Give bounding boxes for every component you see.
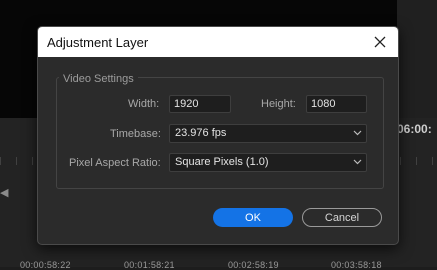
cancel-button[interactable]: Cancel bbox=[302, 208, 382, 227]
ok-button[interactable]: OK bbox=[213, 208, 293, 227]
panel-strip bbox=[397, 0, 437, 118]
height-field[interactable] bbox=[306, 95, 367, 113]
pixel-aspect-select[interactable]: Square Pixels (1.0) bbox=[169, 153, 367, 172]
close-button[interactable] bbox=[369, 31, 391, 53]
pixel-aspect-value: Square Pixels (1.0) bbox=[175, 156, 269, 168]
timebase-label: Timebase: bbox=[110, 128, 161, 140]
height-label: Height: bbox=[261, 98, 296, 110]
chevron-down-icon bbox=[353, 159, 362, 165]
video-settings-title: Video Settings bbox=[59, 73, 138, 85]
timeline-tools: ◀ bbox=[0, 186, 8, 199]
timecode-label: 00:03:58:18 bbox=[331, 260, 382, 270]
timecode-label: 00:02:58:19 bbox=[228, 260, 279, 270]
playhead-timecode: 06:00: bbox=[397, 122, 432, 136]
ok-button-label: OK bbox=[245, 211, 261, 224]
pixel-aspect-label: Pixel Aspect Ratio: bbox=[69, 157, 161, 169]
timecode-label: 00:01:58:21 bbox=[124, 260, 175, 270]
timebase-value: 23.976 fps bbox=[175, 127, 227, 139]
arrow-left-icon: ◀ bbox=[0, 187, 9, 199]
close-icon bbox=[374, 36, 386, 48]
dialog-title: Adjustment Layer bbox=[47, 35, 149, 50]
chevron-down-icon bbox=[353, 130, 362, 136]
adjustment-layer-dialog: Adjustment Layer Video Settings Width: H… bbox=[37, 26, 399, 245]
width-label: Width: bbox=[128, 98, 160, 110]
cancel-button-label: Cancel bbox=[324, 211, 360, 224]
timecode-label: 00:00:58:22 bbox=[20, 260, 71, 270]
timebase-select[interactable]: 23.976 fps bbox=[169, 124, 367, 143]
dialog-titlebar: Adjustment Layer bbox=[38, 27, 398, 57]
width-field[interactable] bbox=[169, 95, 231, 113]
